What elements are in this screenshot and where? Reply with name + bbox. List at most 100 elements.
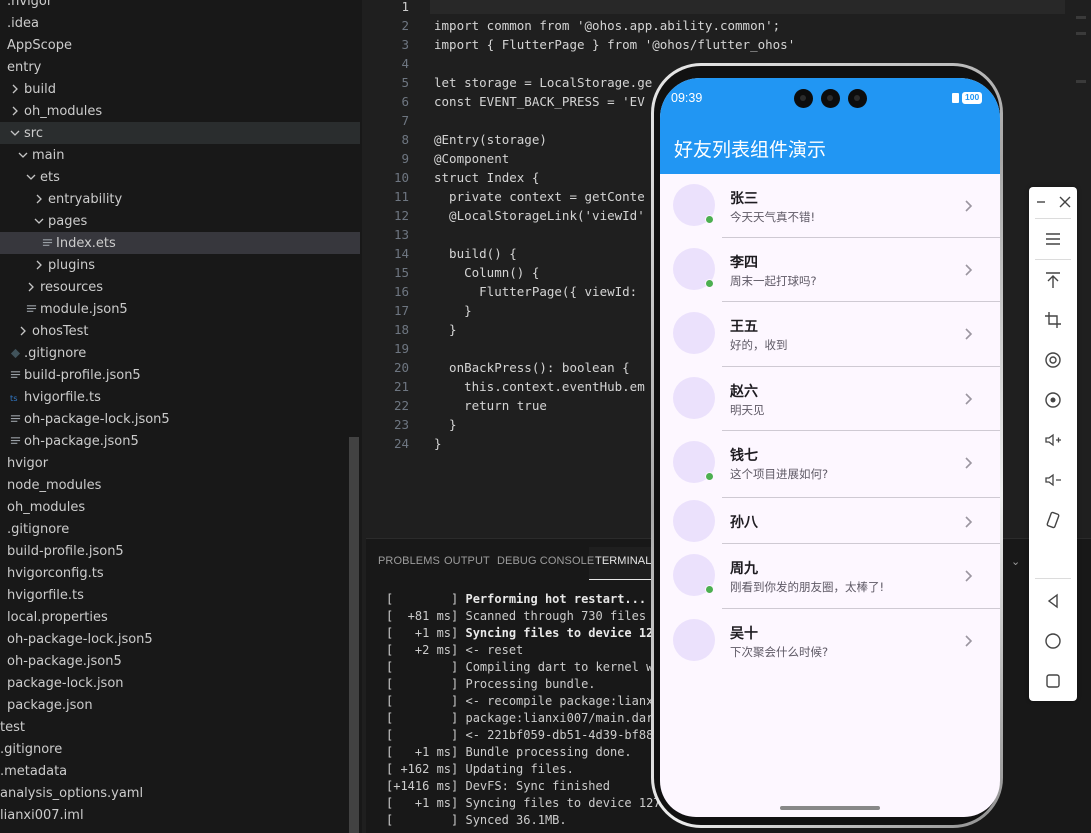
shake-icon[interactable] — [1041, 508, 1065, 532]
tree-item[interactable]: node_modules — [0, 474, 360, 496]
tree-item[interactable]: oh_modules — [0, 496, 360, 518]
tree-item[interactable]: ohosTest — [0, 320, 360, 342]
tree-item[interactable]: package-lock.json — [0, 672, 360, 694]
tree-item[interactable]: hvigorfile.ts — [0, 584, 360, 606]
tree-item[interactable]: ets — [0, 166, 360, 188]
code-line[interactable]: build() { — [434, 244, 517, 263]
avatar[interactable] — [673, 312, 715, 354]
code-line[interactable]: } — [434, 415, 457, 434]
home-icon[interactable] — [1041, 629, 1065, 653]
phone-screen[interactable]: 09:39 100 好友列表组件演示 张三 今天天气真不错! 李四 周末一起打球吗? 王… — [660, 78, 1000, 817]
tree-item[interactable]: .idea — [0, 12, 360, 34]
tree-item[interactable]: oh_modules — [0, 100, 360, 122]
tab-output[interactable]: OUTPUT — [444, 555, 490, 567]
tree-item[interactable]: .gitignore — [0, 518, 360, 540]
tree-item[interactable]: build-profile.json5 — [0, 540, 360, 562]
tree-item[interactable]: entry — [0, 56, 360, 78]
tree-item[interactable]: pages — [0, 210, 360, 232]
crop-icon[interactable] — [1041, 308, 1065, 332]
friend-list-item[interactable]: 钱七 这个项目进展如何? — [660, 431, 1000, 495]
chevron-down-icon[interactable] — [16, 148, 30, 162]
back-icon[interactable] — [1041, 589, 1065, 613]
code-line[interactable]: } — [434, 301, 472, 320]
rotate-icon[interactable] — [1041, 348, 1065, 372]
volume-down-icon[interactable] — [1041, 468, 1065, 492]
tree-item[interactable]: src — [0, 122, 360, 144]
tree-item[interactable]: oh-package.json5 — [0, 650, 360, 672]
avatar[interactable] — [673, 500, 715, 542]
tree-item[interactable]: hvigorconfig.ts — [0, 562, 360, 584]
code-line[interactable]: @LocalStorageLink('viewId' — [434, 206, 645, 225]
tree-item[interactable]: plugins — [0, 254, 360, 276]
recents-icon[interactable] — [1041, 669, 1065, 693]
tree-item[interactable]: test — [0, 716, 360, 738]
chevron-right-icon[interactable] — [8, 82, 22, 96]
tab-debug-console[interactable]: DEBUG CONSOLE — [497, 555, 594, 567]
chevron-right-icon[interactable] — [24, 280, 38, 294]
pin-top-icon[interactable] — [1041, 268, 1065, 292]
tree-item[interactable]: package.json — [0, 694, 360, 716]
tree-item[interactable]: .hvigor — [0, 0, 360, 12]
menu-icon[interactable] — [1041, 227, 1065, 251]
friend-list-item[interactable]: 赵六 明天见 — [660, 367, 1000, 431]
friend-list-item[interactable]: 张三 今天天气真不错! — [660, 174, 1000, 238]
tree-item[interactable]: resources — [0, 276, 360, 298]
tree-item[interactable]: .gitignore — [0, 342, 360, 364]
tree-item[interactable]: Index.ets — [0, 232, 360, 254]
code-line[interactable]: @Component — [434, 149, 509, 168]
avatar[interactable] — [673, 377, 715, 419]
chevron-right-icon[interactable] — [8, 104, 22, 118]
friend-list-item[interactable]: 王五 好的，收到 — [660, 302, 1000, 366]
friend-list-item[interactable]: 吴十 下次聚会什么时候? — [660, 609, 1000, 673]
tree-item[interactable]: build-profile.json5 — [0, 364, 360, 386]
tree-item[interactable]: AppScope — [0, 34, 360, 56]
tree-item[interactable]: local.properties — [0, 606, 360, 628]
friend-list-item[interactable]: 孙八 — [660, 498, 1000, 544]
chevron-right-icon[interactable] — [32, 258, 46, 272]
tree-item[interactable]: ts hvigorfile.ts — [0, 386, 360, 408]
home-indicator[interactable] — [780, 806, 880, 810]
tree-item[interactable]: module.json5 — [0, 298, 360, 320]
code-line[interactable]: return true — [434, 396, 547, 415]
code-line[interactable]: onBackPress(): boolean { — [434, 358, 630, 377]
avatar[interactable] — [673, 619, 715, 661]
code-line[interactable]: const EVENT_BACK_PRESS = 'EV — [434, 92, 645, 111]
code-line[interactable]: import common from '@ohos.app.ability.co… — [434, 16, 780, 35]
tree-item[interactable]: oh-package-lock.json5 — [0, 408, 360, 430]
code-line[interactable]: struct Index { — [434, 168, 539, 187]
tree-item[interactable]: oh-package.json5 — [0, 430, 360, 452]
screenshot-icon[interactable] — [1041, 388, 1065, 412]
minimize-icon[interactable] — [1029, 190, 1053, 214]
close-icon[interactable] — [1053, 190, 1077, 214]
explorer-scrollbar[interactable] — [349, 437, 359, 833]
code-line[interactable]: } — [434, 434, 442, 453]
friend-list-item[interactable]: 周九 刚看到你发的朋友圈，太棒了! — [660, 544, 1000, 608]
tree-item[interactable]: .metadata — [0, 760, 360, 782]
code-line[interactable]: private context = getConte — [434, 187, 645, 206]
chevron-right-icon[interactable] — [32, 192, 46, 206]
tree-item[interactable]: hvigor — [0, 452, 360, 474]
friend-list[interactable]: 张三 今天天气真不错! 李四 周末一起打球吗? 王五 好的，收到 赵六 明天见 钱七 这个项目进展… — [660, 174, 1000, 774]
chevron-down-icon[interactable] — [24, 170, 38, 184]
tree-item[interactable]: analysis_options.yaml — [0, 782, 360, 804]
code-line[interactable]: Column() { — [434, 263, 539, 282]
tree-item[interactable]: build — [0, 78, 360, 100]
chevron-right-icon[interactable] — [16, 324, 30, 338]
code-line[interactable]: import { FlutterPage } from '@ohos/flutt… — [434, 35, 795, 54]
tab-terminal[interactable]: TERMINAL — [595, 555, 651, 567]
volume-up-icon[interactable] — [1041, 428, 1065, 452]
panel-chevron-icon[interactable]: ⌄ — [1011, 555, 1020, 568]
tree-item[interactable]: main — [0, 144, 360, 166]
code-line[interactable]: this.context.eventHub.em — [434, 377, 645, 396]
tab-problems[interactable]: PROBLEMS — [378, 555, 440, 567]
friend-list-item[interactable]: 李四 周末一起打球吗? — [660, 238, 1000, 302]
chevron-down-icon[interactable] — [8, 126, 22, 140]
code-line[interactable]: } — [434, 320, 457, 339]
tree-item[interactable]: entryability — [0, 188, 360, 210]
code-line[interactable]: FlutterPage({ viewId: — [434, 282, 645, 301]
code-line[interactable]: @Entry(storage) — [434, 130, 547, 149]
chevron-down-icon[interactable] — [32, 214, 46, 228]
code-line[interactable]: let storage = LocalStorage.ge — [434, 73, 652, 92]
tree-item[interactable]: lianxi007.iml — [0, 804, 360, 826]
tree-item[interactable]: .gitignore — [0, 738, 360, 760]
